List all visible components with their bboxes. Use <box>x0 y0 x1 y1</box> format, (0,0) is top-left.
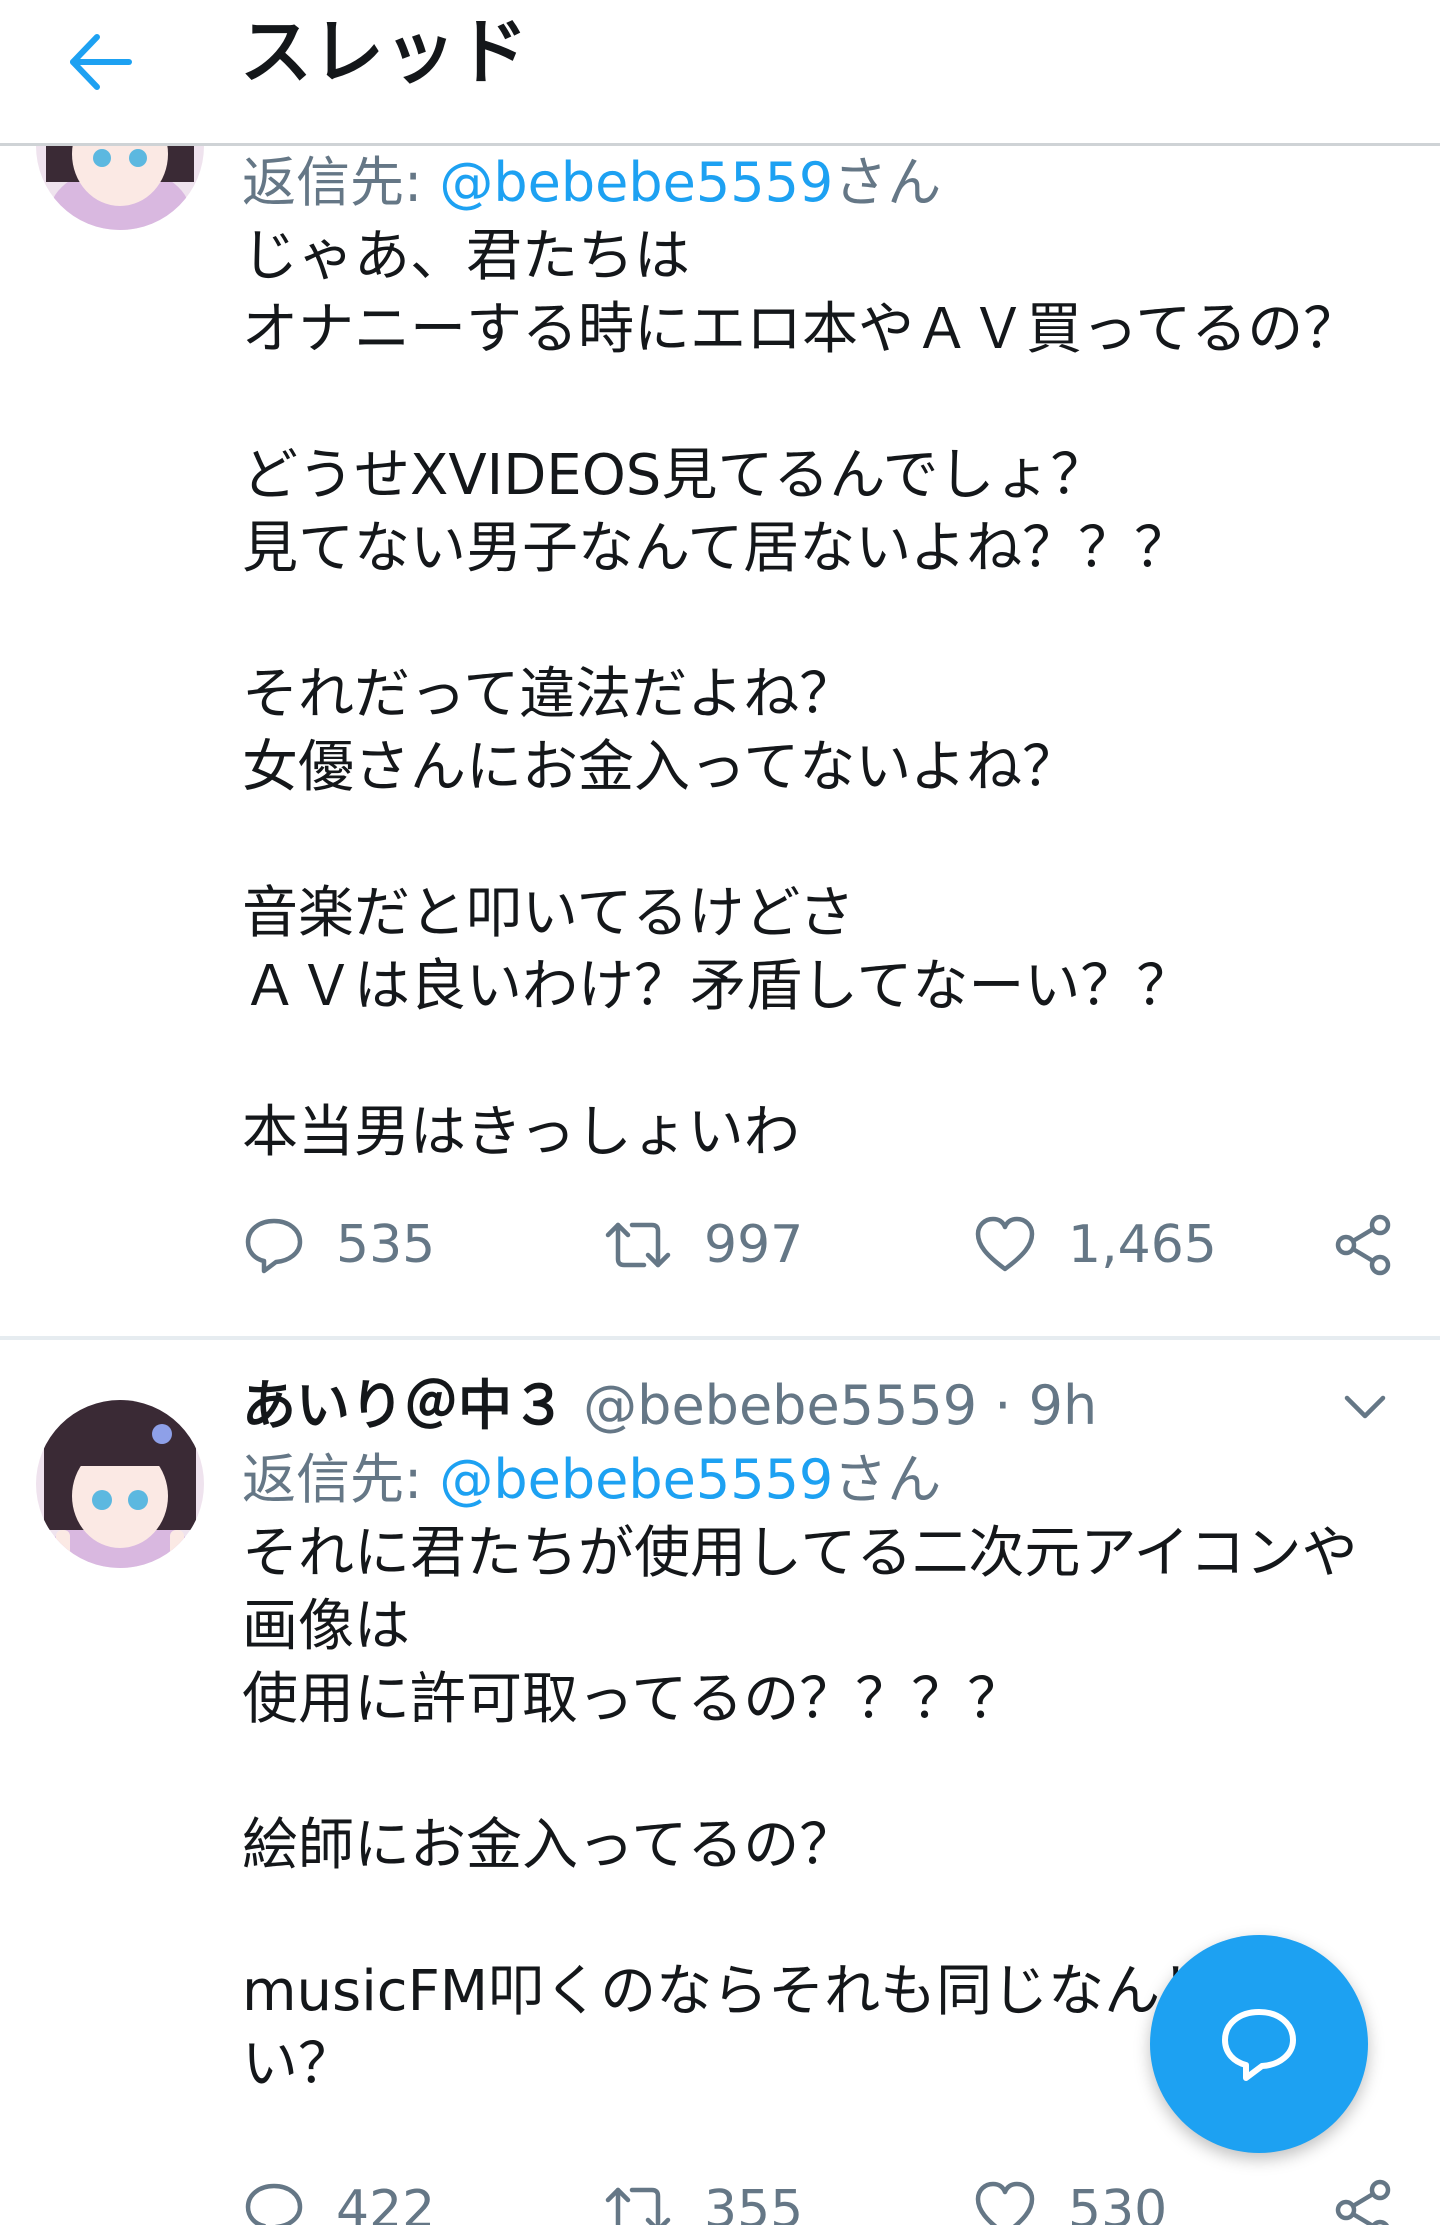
reply-to-line: 返信先: @bebebe5559さん <box>242 1443 1382 1517</box>
avatar[interactable] <box>36 1400 204 1568</box>
reply-to-line: 返信先: @bebebe5559さん <box>242 146 1382 220</box>
tweet-text-line: 音楽だと叩いてるけどさ <box>242 881 855 946</box>
tweet-text-line: それだって違法だよね？ <box>242 662 856 727</box>
retweet-button[interactable]: 355 <box>602 2170 803 2225</box>
tweet-text-line: 本当男はきっしょいわ <box>242 1100 800 1165</box>
tweet-header: あいり＠中３ @bebebe5559 · 9h <box>242 1369 1382 1443</box>
retweet-icon <box>605 1222 671 1268</box>
user-handle[interactable]: @bebebe5559 <box>583 1374 977 1437</box>
reply-count: 535 <box>336 1215 436 1275</box>
tweet-text-line: 絵師にお金入ってるの？ <box>242 1813 856 1878</box>
tweet-actions: 535 997 1,465 <box>242 1205 1422 1285</box>
like-button[interactable]: 1,465 <box>972 1205 1217 1285</box>
tweet-text-line: 見てない男子なんて居ないよね？？？ <box>242 516 1191 581</box>
back-button[interactable] <box>52 14 148 110</box>
share-icon <box>1335 1214 1391 1276</box>
reply-button[interactable]: 535 <box>242 1205 435 1285</box>
share-icon <box>1335 2179 1391 2225</box>
tweet-text-line: オナニーする時にエロ本やＡＶ買ってるの？ <box>242 297 1360 362</box>
reply-to-prefix: 返信先: <box>242 151 440 214</box>
retweet-button[interactable]: 997 <box>602 1205 803 1285</box>
separator-dot: · <box>994 1374 1012 1437</box>
share-button[interactable] <box>1332 1205 1396 1285</box>
page-title: スレッド <box>240 10 529 94</box>
like-count: 530 <box>1068 2180 1168 2225</box>
reply-to-mention-link[interactable]: @bebebe5559 <box>439 1448 833 1511</box>
tweet-text-line <box>242 366 1382 439</box>
tweet-text-line: それに君たちが使用してる二次元アイコンや <box>242 1521 1358 1586</box>
speech-bubble-icon <box>245 2183 303 2225</box>
arrow-left-icon <box>70 34 132 90</box>
timestamp: 9h <box>1028 1374 1098 1437</box>
tweet-text-line: 使用に許可取ってるの？？？？ <box>242 1667 1024 1732</box>
like-button[interactable]: 530 <box>972 2170 1167 2225</box>
reply-to-suffix: さん <box>833 1448 942 1511</box>
display-name[interactable]: あいり＠中３ <box>242 1374 566 1437</box>
thread-screen: スレッド 返信先: @bebebe5559さん じゃあ、君たちは オナニーする時… <box>0 0 1440 2225</box>
reply-to-suffix: さん <box>833 151 942 214</box>
tweet-text-line: 画像は <box>242 1594 410 1659</box>
heart-icon <box>975 2181 1035 2225</box>
avatar-anime-girl-icon <box>36 1400 204 1568</box>
reply-button[interactable]: 422 <box>242 2170 435 2225</box>
share-button[interactable] <box>1332 2170 1396 2225</box>
tweet-text-line <box>242 1736 1382 1809</box>
retweet-count: 997 <box>704 1215 804 1275</box>
top-app-bar: スレッド <box>0 0 1440 146</box>
tweet-text-line <box>242 1882 1382 1955</box>
compose-reply-icon <box>1222 2009 1296 2081</box>
tweet-text-line <box>242 585 1382 658</box>
retweet-count: 355 <box>704 2180 804 2225</box>
tweet-text-line: どうせXVIDEOS見てるんでしょ？ <box>242 443 1107 508</box>
tweet-text-line <box>242 804 1382 877</box>
tweet-text-line: ＡＶは良いわけ？矛盾してなーい？？ <box>242 954 1193 1019</box>
tweet-divider <box>0 1336 1440 1340</box>
tweet-actions: 422 355 530 <box>242 2170 1422 2225</box>
reply-to-prefix: 返信先: <box>242 1448 440 1511</box>
tweet-text-line: 女優さんにお金入ってないよね？ <box>242 735 1079 800</box>
like-count: 1,465 <box>1068 1215 1217 1275</box>
tweet-text: じゃあ、君たちは オナニーする時にエロ本やＡＶ買ってるの？ どうせXVIDEOS… <box>242 220 1382 1169</box>
reply-to-mention-link[interactable]: @bebebe5559 <box>439 151 833 214</box>
tweet-text-line: じゃあ、君たちは <box>242 224 690 289</box>
heart-icon <box>975 1216 1035 1272</box>
retweet-icon <box>605 2187 671 2225</box>
compose-reply-button[interactable] <box>1150 1935 1368 2153</box>
speech-bubble-icon <box>245 1218 303 1274</box>
reply-count: 422 <box>336 2180 436 2225</box>
tweet-text-line <box>242 1023 1382 1096</box>
